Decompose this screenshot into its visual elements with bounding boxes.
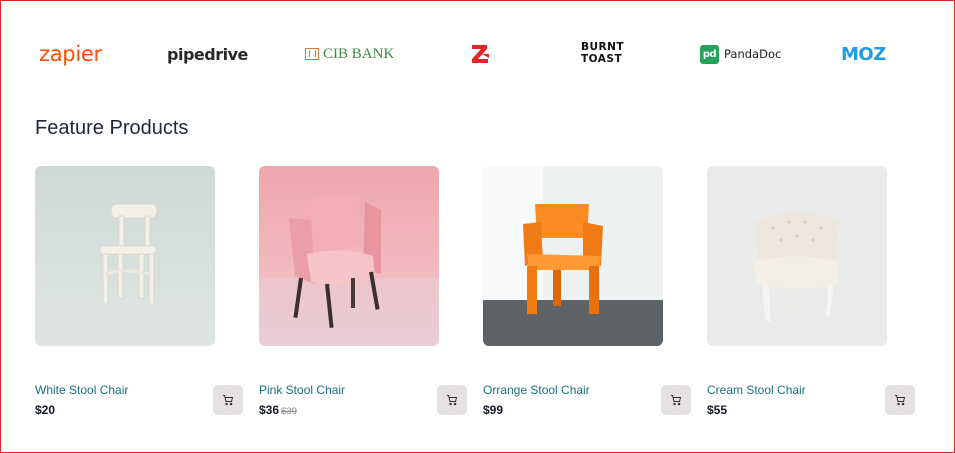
product-image-pink-chair[interactable] [259,166,439,346]
pipedrive-wordmark: pipedrive [167,44,248,64]
zapier-logo: zapier [39,41,102,67]
product-price-current: $20 [35,403,56,417]
add-to-cart-button[interactable] [885,385,915,415]
product-image-orange-chair[interactable] [483,166,663,346]
product-price: $55 [707,403,727,417]
zapier-wordmark: zapier [39,42,102,66]
product-price: $20 [35,403,55,417]
add-to-cart-button[interactable] [661,385,691,415]
pandadoc-wordmark: PandaDoc [724,47,782,61]
add-to-cart-button[interactable] [437,385,467,415]
product-card-orange-stool-chair[interactable]: Orrange Stool Chair $99 [483,166,691,421]
cib-bank-mark-icon [305,48,319,60]
product-image-cream-chair[interactable] [707,166,887,346]
cib-bank-wordmark: CIB BANK [323,45,395,62]
section-title: Feature Products [35,117,189,139]
add-to-cart-button[interactable] [213,385,243,415]
burnt-toast-logo: BURNT TOAST [581,41,624,67]
burnt-toast-line-2: TOAST [581,53,623,65]
moz-wordmark: MOZ [841,43,886,65]
cart-icon [223,395,234,406]
pipedrive-logo: pipedrive [167,41,248,67]
cib-bank-logo: CIB BANK [305,41,394,67]
pandadoc-mark-icon: pd [700,44,719,64]
product-card-white-stool-chair[interactable]: White Stool Chair $20 [35,166,243,421]
pandadoc-logo: pd PandaDoc [700,41,781,67]
product-name[interactable]: Pink Stool Chair [259,383,345,397]
product-price: $99 [483,403,503,417]
cart-icon [447,395,458,406]
page-frame: zapier pipedrive CIB BANK BURNT TOAST pd… [0,0,955,453]
cart-icon [671,395,682,406]
product-card-pink-stool-chair[interactable]: Pink Stool Chair $36 $39 [259,166,467,421]
product-card-cream-stool-chair[interactable]: Cream Stool Chair $55 [707,166,915,421]
moz-logo: MOZ [841,41,886,67]
burnt-toast-line-1: BURNT [581,41,625,53]
product-name[interactable]: Orrange Stool Chair [483,383,590,397]
product-name[interactable]: Cream Stool Chair [707,383,806,397]
product-price-old: $39 [281,406,297,417]
product-price-current: $36 [259,403,280,417]
product-price-current: $99 [483,403,504,417]
zoho-logo-icon [469,41,491,67]
product-image-white-chair[interactable] [35,166,215,346]
cart-icon [895,395,906,406]
product-name[interactable]: White Stool Chair [35,383,128,397]
product-price: $36 $39 [259,403,297,417]
product-price-current: $55 [707,403,728,417]
